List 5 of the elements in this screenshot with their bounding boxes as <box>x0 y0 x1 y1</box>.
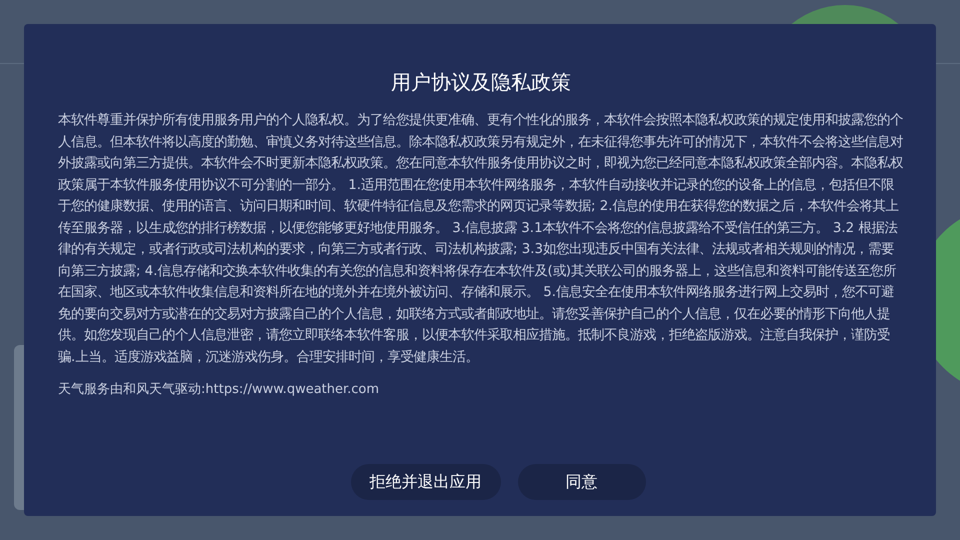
policy-text: 本软件尊重并保护所有使用服务用户的个人隐私权。为了给您提供更准确、更有个性化的服务，本软件会按照本隐私权政策的规定使用和披露您的个人信息。但本软件将以高度的勤勉、审慎义务对待这些信息。除本隐私权政策另有规定外，在未征得您事先许可的情况下，本软件不会将这些信息对外披露或向第三方提供。本软件会不时更新本隐私权政策。您在同意本软件服务使用协议之时，即视为您已经同意本隐私权政策全部内容。本隐私权政策属于本软件服务使用协议不可分割的一部分。 1.适用范围在您使用本软件网络服务，本软件自动接收并记录的您的设备上的信息，包括但不限于您的健康数据、使用的语言、访问日期和时间、软硬件特征信息及您需求的网页记录等数据; 2.信息的使用在获得您的数据之后，本软件会将其上传至服务器，以生成您的排行榜数据，以便您能够更好地使用服务。 3.信息披露 3.1本软件不会将您的信息披露给不受信任的第三方。 3.2 根据法律的有关规定，或者行政或司法机构的要求，向第三方或者行政、司法机构披露; 3.3如您出现违反中国有关法律、法规或者相关规则的情况，需要向第三方披露; 4.信息存储和交换本软件收集的有关您的信息和资料将保存在本软件及(或)其关联公司的服务器上，这些信息和资料可能传送至您所在国家、地区或本软件收集信息和资料所在地的境外并在境外被访问、存储和展示。 5.信息安全在使用本软件网络服务进行网上交易时，您不可避免的要向交易对方或潜在的交易对方披露自己的个人信息，如联络方式或者邮政地址。请您妥善保护自己的个人信息，仅在必要的情形下向他人提供。如您发现自己的个人信息泄密，请您立即联络本软件客服，以便本软件采取相应措施。抵制不良游戏，拒绝盗版游戏。注意自我保护，谨防受骗.上当。适度游戏益脑，沉迷游戏伤身。合理安排时间，享受健康生活。 <box>58 112 904 366</box>
decline-button[interactable]: 拒绝并退出应用 <box>350 464 500 500</box>
attribution-text: 天气服务由和风天气驱动:https://www.qweather.com <box>58 381 380 399</box>
dialog-title: 用户协议及隐私政策 <box>390 69 572 96</box>
agree-button[interactable]: 同意 <box>518 464 646 500</box>
